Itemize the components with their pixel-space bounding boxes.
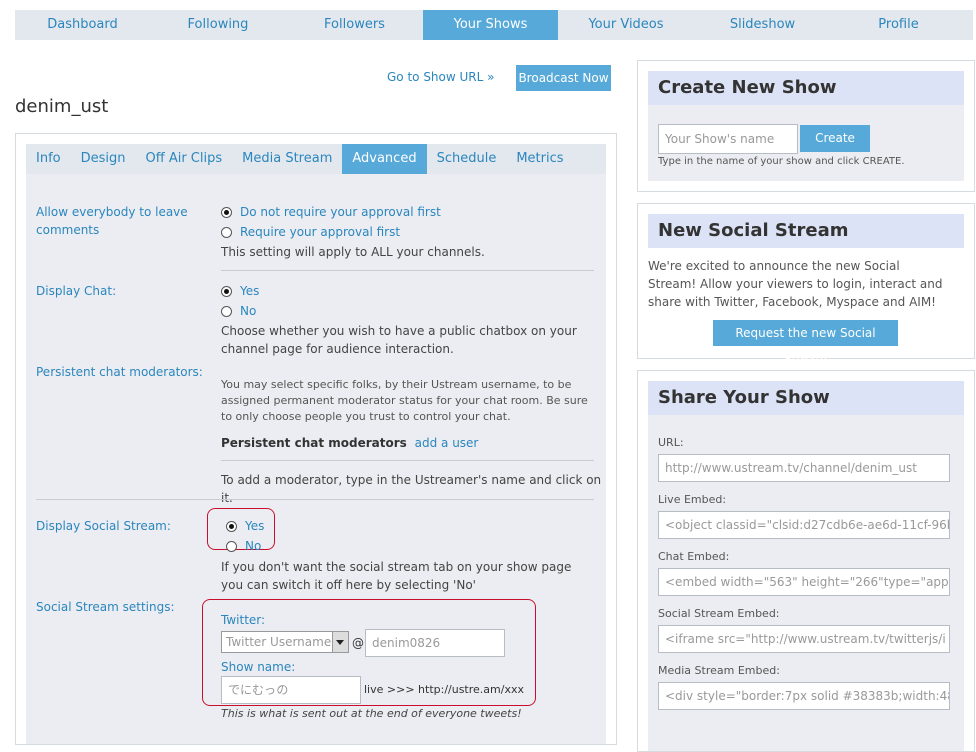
top-nav: Dashboard Following Followers Your Shows… bbox=[15, 10, 973, 40]
share-show-title: Share Your Show bbox=[648, 381, 964, 415]
social-stream-option-label: No bbox=[245, 539, 262, 553]
moderators-line: Persistent chat moderators add a user bbox=[221, 434, 478, 452]
url-field[interactable]: http://www.ustream.tv/channel/denim_ust bbox=[658, 454, 950, 482]
create-button[interactable]: Create bbox=[800, 125, 870, 152]
show-name-field[interactable]: でにむっの bbox=[221, 676, 361, 704]
tab-design[interactable]: Design bbox=[71, 144, 136, 174]
radio-selected-icon[interactable] bbox=[221, 206, 232, 218]
social-stream-option-no[interactable]: No bbox=[226, 539, 261, 553]
show-name-input[interactable]: Your Show's name bbox=[658, 124, 798, 154]
add-user-link[interactable]: add a user bbox=[415, 436, 479, 450]
tab-metrics[interactable]: Metrics bbox=[506, 144, 573, 174]
nav-profile[interactable]: Profile bbox=[831, 10, 966, 40]
chevron-down-icon[interactable] bbox=[332, 632, 348, 652]
comments-option-require-approval[interactable]: Require your approval first bbox=[221, 225, 400, 239]
media-stream-embed-field[interactable]: <div style="border:7px solid #38383b;wid… bbox=[658, 682, 950, 710]
twitter-label: Twitter: bbox=[221, 613, 266, 627]
chat-embed-field[interactable]: <embed width="563" height="266"type="app… bbox=[658, 568, 950, 596]
create-show-hint: Type in the name of your show and click … bbox=[658, 156, 905, 167]
go-to-show-url-link[interactable]: Go to Show URL » bbox=[387, 70, 494, 84]
social-stream-embed-field[interactable]: <iframe src="http://www.ustream.tv/twitt… bbox=[658, 625, 950, 653]
social-stream-option-label: Yes bbox=[245, 519, 265, 533]
tab-advanced[interactable]: Advanced bbox=[342, 144, 427, 180]
comments-label: Allow everybody to leave comments bbox=[36, 205, 188, 237]
moderators-hint: To add a moderator, type in the Ustreame… bbox=[221, 473, 602, 505]
tab-media-stream[interactable]: Media Stream bbox=[232, 144, 342, 174]
moderators-heading: Persistent chat moderators bbox=[221, 436, 407, 450]
moderators-description: You may select specific folks, by their … bbox=[221, 378, 588, 423]
chat-note: Choose whether you wish to have a public… bbox=[221, 324, 577, 356]
nav-slideshow[interactable]: Slideshow bbox=[694, 10, 831, 40]
select-value: Twitter Username bbox=[226, 635, 332, 649]
divider bbox=[36, 499, 594, 500]
broadcast-now-button[interactable]: Broadcast Now bbox=[516, 65, 611, 91]
divider bbox=[221, 460, 594, 461]
comments-option-label: Do not require your approval first bbox=[240, 205, 441, 219]
tab-info[interactable]: Info bbox=[26, 144, 71, 174]
display-social-stream-label: Display Social Stream: bbox=[36, 519, 171, 533]
live-url-text: live >>> http://ustre.am/xxx bbox=[364, 683, 524, 696]
live-embed-label: Live Embed: bbox=[658, 493, 727, 506]
page-title: denim_ust bbox=[15, 96, 109, 117]
radio-icon[interactable] bbox=[226, 540, 237, 552]
social-stream-embed-label: Social Stream Embed: bbox=[658, 607, 780, 620]
chat-option-no[interactable]: No bbox=[221, 304, 256, 318]
radio-icon[interactable] bbox=[221, 305, 232, 317]
nav-your-shows[interactable]: Your Shows bbox=[423, 10, 558, 40]
social-stream-title: New Social Stream bbox=[648, 214, 964, 248]
chat-option-label: No bbox=[240, 304, 257, 318]
comments-option-no-approval[interactable]: Do not require your approval first bbox=[221, 205, 441, 219]
nav-your-videos[interactable]: Your Videos bbox=[558, 10, 694, 40]
settings-tabs: Info Design Off Air Clips Media Stream A… bbox=[26, 144, 606, 180]
settings-panel: Info Design Off Air Clips Media Stream A… bbox=[15, 133, 617, 745]
divider bbox=[221, 270, 594, 271]
chat-option-label: Yes bbox=[240, 284, 260, 298]
url-label: URL: bbox=[658, 436, 684, 449]
tweet-footer-note: This is what is sent out at the end of e… bbox=[221, 707, 522, 720]
nav-following[interactable]: Following bbox=[150, 10, 286, 40]
nav-dashboard[interactable]: Dashboard bbox=[15, 10, 150, 40]
chat-embed-label: Chat Embed: bbox=[658, 550, 730, 563]
social-stream-option-yes[interactable]: Yes bbox=[226, 519, 264, 533]
at-symbol: @ bbox=[352, 636, 364, 650]
tab-off-air-clips[interactable]: Off Air Clips bbox=[136, 144, 233, 174]
radio-selected-icon[interactable] bbox=[226, 520, 237, 532]
media-stream-embed-label: Media Stream Embed: bbox=[658, 664, 780, 677]
comments-note: This setting will apply to ALL your chan… bbox=[221, 245, 485, 259]
social-stream-settings-label: Social Stream settings: bbox=[36, 600, 175, 614]
create-show-title: Create New Show bbox=[648, 71, 964, 105]
request-social-stream-button[interactable]: Request the new Social Stream bbox=[713, 320, 898, 366]
advanced-settings: Allow everybody to leave comments Do not… bbox=[26, 174, 606, 744]
live-embed-field[interactable]: <object classid="clsid:d27cdb6e-ae6d-11c… bbox=[658, 511, 950, 539]
twitter-username-field[interactable]: denim0826 bbox=[365, 629, 505, 657]
twitter-username-select[interactable]: Twitter Username bbox=[221, 631, 349, 653]
social-stream-text: We're excited to announce the new Social… bbox=[648, 259, 943, 309]
display-chat-label: Display Chat: bbox=[36, 284, 117, 298]
social-stream-note: If you don't want the social stream tab … bbox=[221, 560, 572, 592]
nav-followers[interactable]: Followers bbox=[286, 10, 423, 40]
show-name-label: Show name: bbox=[221, 660, 296, 674]
moderators-label: Persistent chat moderators: bbox=[36, 365, 203, 379]
radio-icon[interactable] bbox=[221, 226, 232, 238]
chat-option-yes[interactable]: Yes bbox=[221, 284, 259, 298]
radio-selected-icon[interactable] bbox=[221, 285, 232, 297]
tab-schedule[interactable]: Schedule bbox=[427, 144, 507, 174]
comments-option-label: Require your approval first bbox=[240, 225, 401, 239]
